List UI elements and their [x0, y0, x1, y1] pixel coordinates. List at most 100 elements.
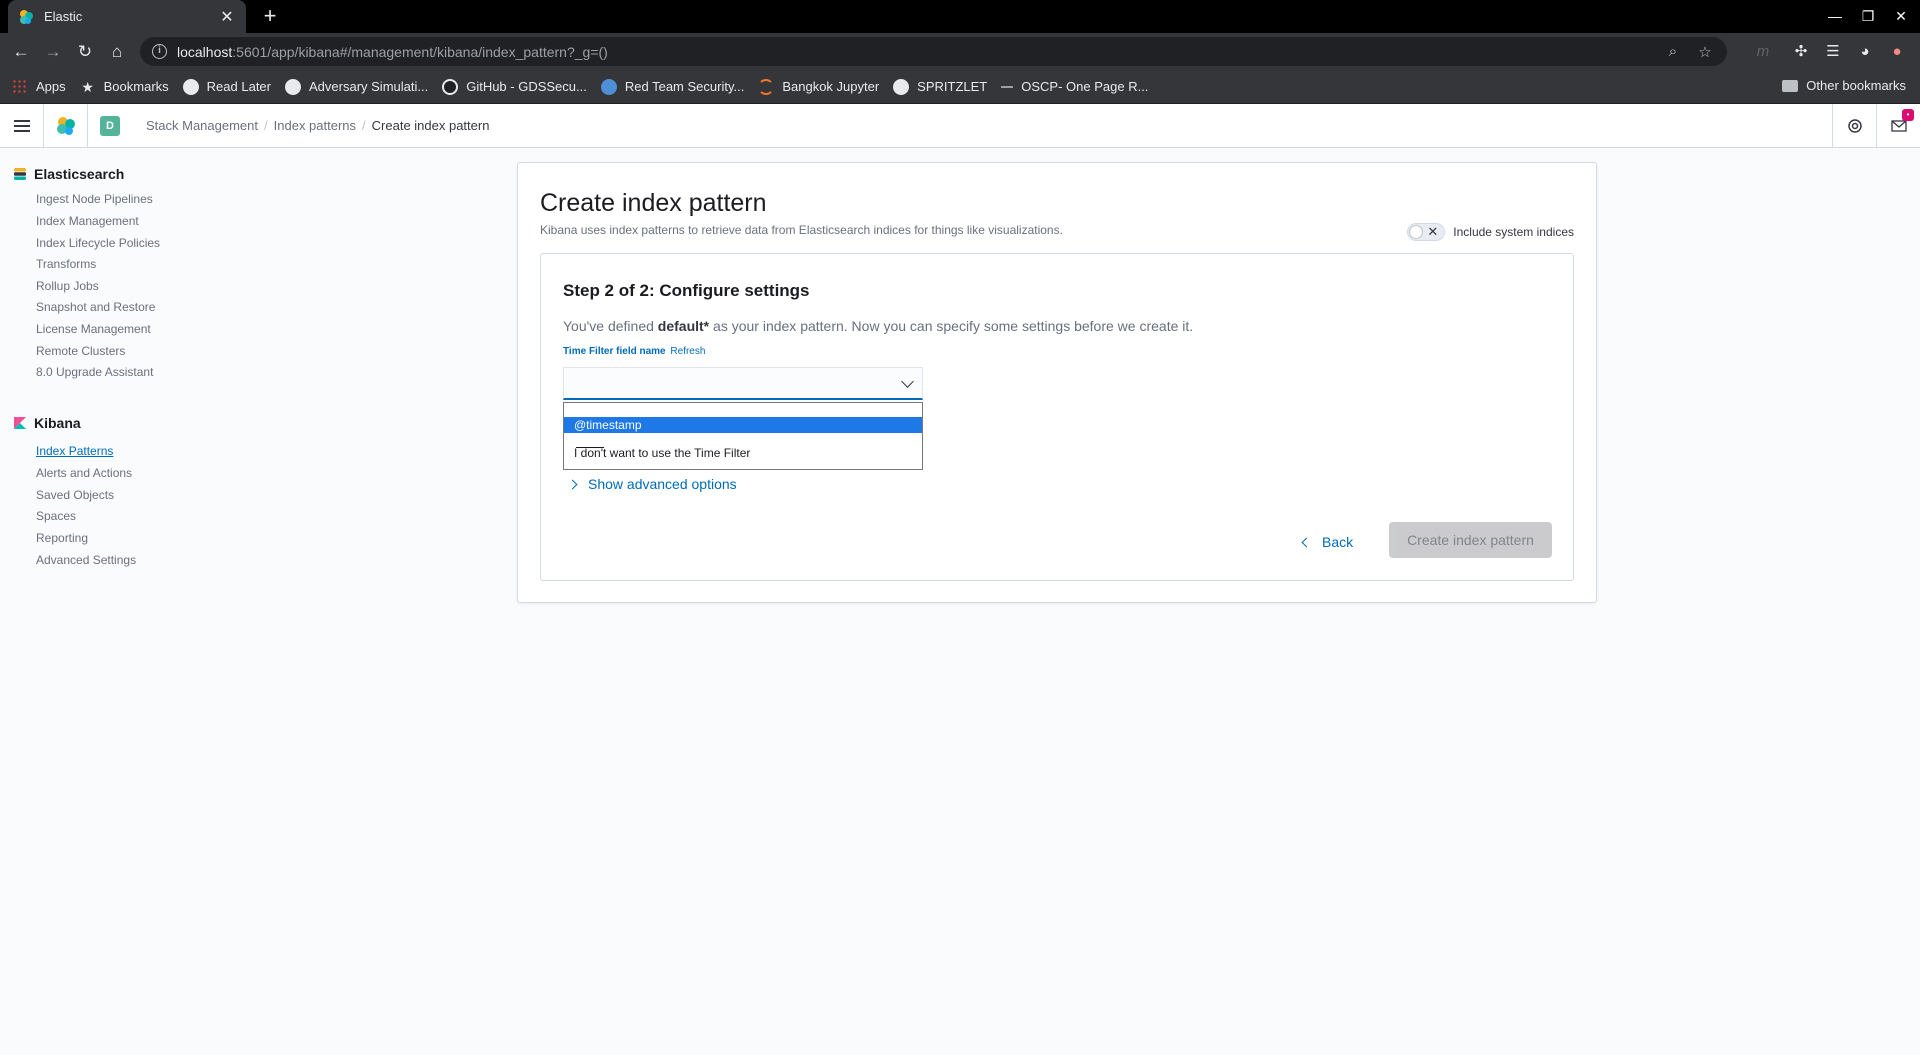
bookmark-label: Bangkok Jupyter	[782, 79, 880, 94]
bookmark-spritzlet[interactable]: SPRITZLET	[893, 78, 988, 95]
create-index-pattern-button[interactable]: Create index pattern	[1389, 522, 1552, 558]
option-timestamp[interactable]: @timestamp	[564, 417, 922, 433]
page-title: Create index pattern	[540, 189, 767, 217]
sidebar-item-remote-clusters[interactable]: Remote Clusters	[36, 344, 125, 358]
reload-icon[interactable]: ↻	[74, 41, 96, 63]
site-info-icon[interactable]: i	[152, 44, 167, 59]
extensions-puzzle-icon[interactable]: ✣	[1790, 41, 1812, 63]
sidebar-item-transforms[interactable]: Transforms	[36, 257, 96, 271]
sidebar-item-index-lifecycle-policies[interactable]: Index Lifecycle Policies	[36, 236, 160, 250]
bookmark-bangkok-jupyter[interactable]: Bangkok Jupyter	[758, 78, 880, 95]
step-desc-pre: You've defined	[563, 318, 658, 334]
browser-tab[interactable]: Elastic ✕	[8, 0, 246, 33]
sidebar-item-license-management[interactable]: License Management	[36, 322, 151, 336]
other-bookmarks[interactable]: Other bookmarks	[1782, 78, 1906, 93]
kibana-logo-icon	[14, 417, 26, 429]
sidebar-item-saved-objects[interactable]: Saved Objects	[36, 488, 114, 502]
back-button[interactable]: Back	[1301, 532, 1353, 552]
zoom-icon[interactable]: ⌕	[1663, 43, 1683, 60]
header-actions: •	[1832, 104, 1920, 148]
bookmark-star-icon[interactable]: ☆	[1695, 43, 1715, 61]
newsfeed-button[interactable]: •	[1876, 104, 1920, 148]
bookmark-red-team[interactable]: Red Team Security...	[600, 78, 744, 95]
system-indices-label: Include system indices	[1453, 225, 1574, 239]
bookmark-bookmarks[interactable]: ★ Bookmarks	[80, 79, 168, 95]
browser-toolbar: ← → ↻ ⌂ i localhost:5601/app/kibana#/man…	[0, 33, 1920, 70]
refresh-link[interactable]: Refresh	[670, 346, 705, 357]
switch-knob	[1409, 225, 1424, 239]
update-icon[interactable]: ●	[1886, 41, 1908, 63]
url-path: :5601/app/kibana#/management/kibana/inde…	[232, 43, 608, 60]
show-advanced-options[interactable]: Show advanced options	[567, 476, 737, 492]
bookmark-label: SPRITZLET	[917, 79, 988, 94]
extension-m-icon[interactable]: m	[1752, 41, 1774, 63]
bookmark-label: Apps	[36, 79, 66, 94]
bookmark-label: OSCP- One Page R...	[1021, 79, 1149, 94]
create-index-pattern-panel: Create index pattern Kibana uses index p…	[517, 162, 1597, 603]
address-bar[interactable]: i localhost:5601/app/kibana#/management/…	[140, 37, 1727, 66]
folder-icon	[1782, 79, 1799, 92]
sidebar-item-spaces[interactable]: Spaces	[36, 509, 76, 523]
time-filter-field-label: Time Filter field name Refresh	[563, 346, 705, 357]
breadcrumb-index-patterns[interactable]: Index patterns	[274, 118, 356, 133]
notification-badge: •	[1902, 109, 1914, 121]
home-icon[interactable]: ⌂	[106, 41, 128, 63]
step-desc-post: as your index pattern. Now you can speci…	[709, 318, 1194, 334]
step-description: You've defined default* as your index pa…	[563, 318, 1193, 334]
elastic-favicon-icon	[20, 9, 33, 24]
configure-settings-step: Step 2 of 2: Configure settings You've d…	[540, 253, 1574, 581]
advanced-options-label: Show advanced options	[588, 476, 737, 492]
minimize-icon[interactable]: —	[1820, 8, 1850, 24]
bookmark-label: GitHub - GDSSecu...	[466, 79, 587, 94]
sidebar-item-alerts-and-actions[interactable]: Alerts and Actions	[36, 466, 132, 480]
breadcrumb-stack-management[interactable]: Stack Management	[146, 118, 258, 133]
back-arrow-icon[interactable]: ←	[10, 41, 32, 63]
other-bookmarks-label: Other bookmarks	[1806, 78, 1906, 93]
maximize-icon[interactable]: ❐	[1853, 8, 1883, 25]
sidebar-heading-elasticsearch: Elasticsearch	[14, 164, 124, 184]
elasticsearch-logo-icon	[14, 168, 26, 180]
breadcrumb-separator: /	[362, 118, 366, 133]
field-label-text: Time Filter field name	[563, 346, 666, 357]
apps-grid-icon	[12, 78, 28, 95]
new-tab-icon[interactable]: +	[259, 5, 281, 27]
chevron-right-icon	[567, 479, 578, 489]
bookmark-read-later[interactable]: Read Later	[182, 78, 271, 95]
sidebar-item-snapshot-and-restore[interactable]: Snapshot and Restore	[36, 300, 155, 314]
sidebar-item-upgrade-assistant[interactable]: 8.0 Upgrade Assistant	[36, 365, 153, 379]
bookmark-github[interactable]: GitHub - GDSSecu...	[442, 78, 587, 95]
help-lifebuoy-icon	[1847, 119, 1862, 133]
page-subtitle: Kibana uses index patterns to retrieve d…	[540, 223, 1063, 237]
window-close-icon[interactable]: ✕	[1886, 8, 1916, 25]
sidebar-item-reporting[interactable]: Reporting	[36, 531, 88, 545]
space-avatar[interactable]: D	[100, 115, 120, 136]
include-system-indices-toggle[interactable]: ✕ Include system indices	[1407, 223, 1574, 241]
chevron-down-icon	[901, 375, 914, 388]
sidebar-item-advanced-settings[interactable]: Advanced Settings	[36, 553, 136, 567]
breadcrumb: Stack Management / Index patterns / Crea…	[146, 118, 489, 133]
tab-close-icon[interactable]: ✕	[218, 7, 236, 27]
bookmark-apps[interactable]: Apps	[12, 78, 66, 95]
step-title: Step 2 of 2: Configure settings	[563, 281, 810, 300]
tab-title: Elastic	[44, 9, 83, 24]
mail-icon	[1890, 120, 1907, 132]
option-no-time-filter[interactable]: I don't want to use the Time Filter	[564, 445, 922, 461]
sidebar-item-index-patterns[interactable]: Index Patterns	[36, 444, 113, 458]
elastic-logo-icon[interactable]	[44, 103, 88, 148]
bookmark-label: Read Later	[206, 79, 271, 94]
bookmark-oscp[interactable]: OSCP- One Page R...	[1001, 79, 1148, 94]
forward-arrow-icon[interactable]: →	[42, 41, 64, 63]
help-button[interactable]	[1832, 104, 1876, 148]
sidebar-item-index-management[interactable]: Index Management	[36, 214, 139, 228]
reading-list-icon[interactable]: ☰	[1822, 41, 1844, 63]
sidebar-item-rollup-jobs[interactable]: Rollup Jobs	[36, 279, 99, 293]
system-indices-switch[interactable]: ✕	[1407, 223, 1446, 241]
menu-toggle-icon[interactable]	[0, 103, 44, 148]
time-filter-select[interactable]	[563, 367, 923, 400]
globe-icon	[285, 78, 301, 95]
sidebar-item-ingest-node-pipelines[interactable]: Ingest Node Pipelines	[36, 192, 153, 206]
profile-avatar-icon[interactable]: ◕	[1854, 41, 1876, 63]
sidebar-heading-label: Kibana	[34, 415, 81, 431]
bookmark-adversary-simulation[interactable]: Adversary Simulati...	[285, 78, 428, 95]
github-icon	[442, 78, 459, 95]
